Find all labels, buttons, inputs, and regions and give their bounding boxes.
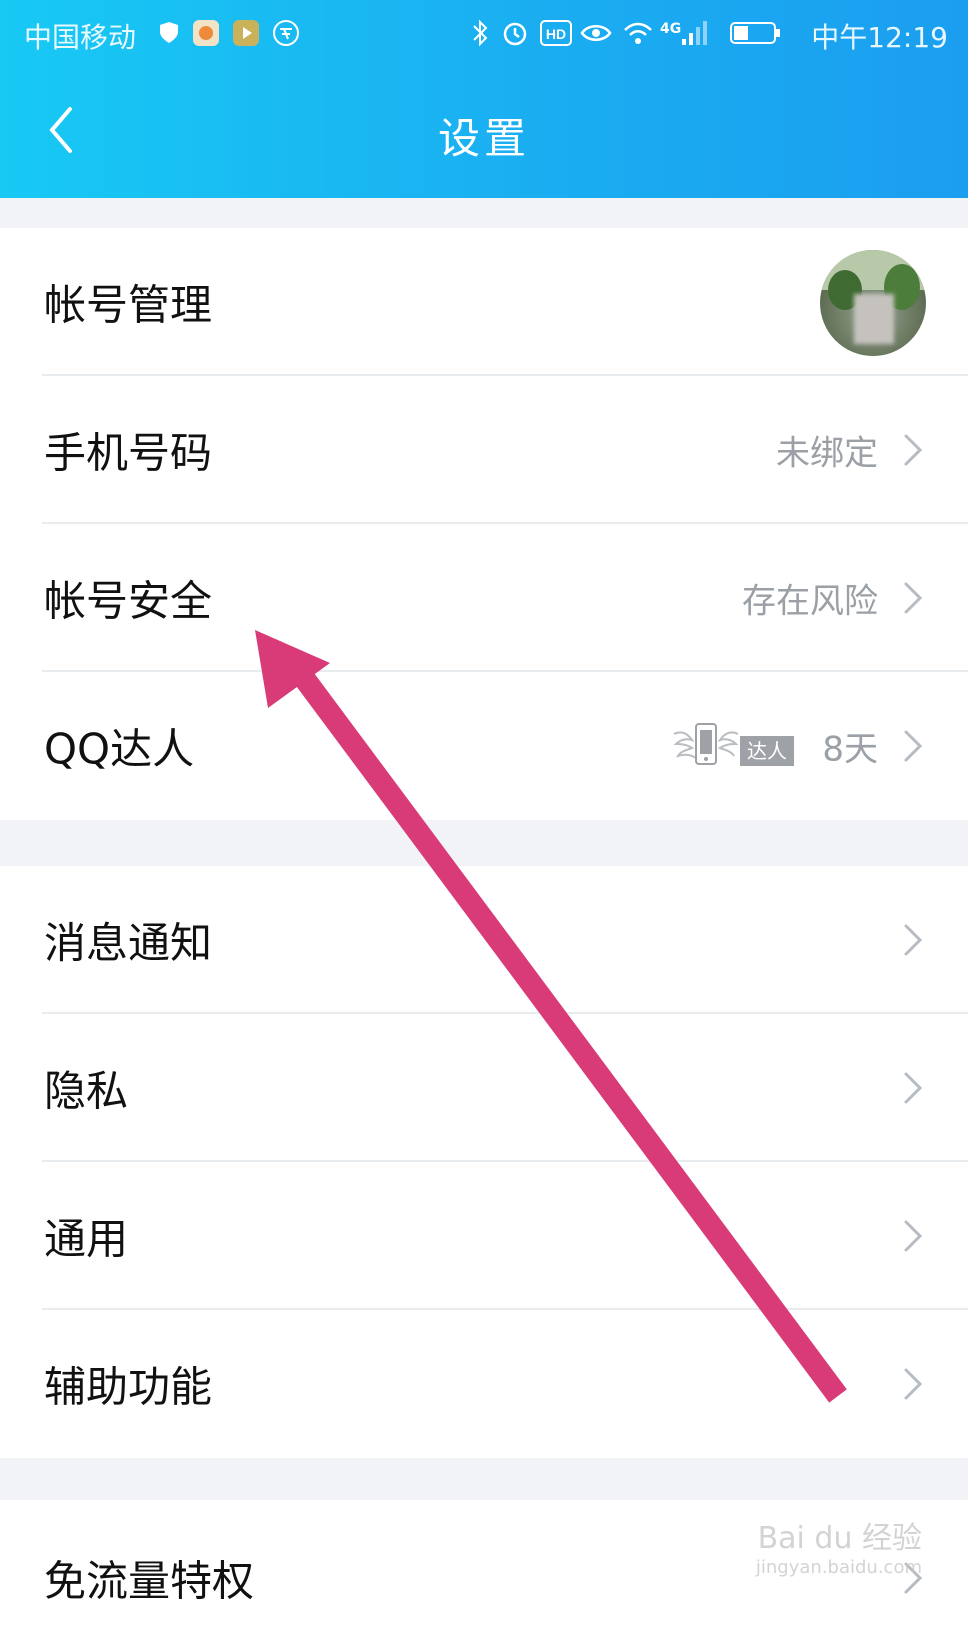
avatar[interactable] [820, 250, 926, 356]
expert-badge-icon: 达人 [673, 723, 794, 766]
row-value: 未绑定 [776, 433, 878, 474]
watermark-url: jingyan.baidu.com [755, 1557, 922, 1578]
alarm-icon [500, 18, 530, 48]
chevron-right-icon [904, 1220, 923, 1252]
row-label: 免流量特权 [44, 1556, 255, 1606]
general-settings-group: 消息通知 隐私 通用 辅助功能 [0, 866, 968, 1458]
chevron-right-icon [904, 924, 923, 956]
baidu-watermark: Bai du 经验 jingyan.baidu.com [756, 1513, 922, 1578]
row-phone-number[interactable]: 手机号码 未绑定 [0, 376, 968, 524]
shield-icon [158, 18, 180, 48]
battery-icon [730, 18, 782, 48]
status-bar: 中国移动 HD 4G 中午12:19 [0, 0, 968, 70]
eye-icon [580, 18, 612, 48]
video-app-icon [232, 18, 260, 48]
page-title: 设置 [437, 114, 530, 163]
row-label: 消息通知 [44, 918, 213, 968]
svg-text:HD: HD [546, 26, 566, 42]
row-label: 通用 [44, 1214, 129, 1264]
row-label: 辅助功能 [44, 1362, 213, 1412]
row-label: 帐号安全 [44, 576, 213, 626]
row-accessibility[interactable]: 辅助功能 [0, 1310, 968, 1458]
badge-label: 达人 [747, 739, 787, 763]
chevron-right-icon [904, 1368, 923, 1400]
row-label: 手机号码 [44, 428, 213, 478]
row-general[interactable]: 通用 [0, 1162, 968, 1310]
hd-icon: HD [540, 18, 572, 48]
account-settings-group: 帐号管理 手机号码 未绑定 帐号安全 存在风险 QQ达人 达人 8天 [0, 228, 968, 820]
carrier-label: 中国移动 [24, 21, 137, 54]
chevron-right-icon [904, 1072, 923, 1104]
wifi-icon [622, 18, 654, 48]
signal-icon [680, 18, 710, 48]
chevron-right-icon [904, 582, 923, 614]
row-value: 8天 [822, 729, 878, 770]
header: 中国移动 HD 4G 中午12:19 设置 [0, 0, 968, 198]
row-label: QQ达人 [44, 724, 195, 774]
row-message-notification[interactable]: 消息通知 [0, 866, 968, 1014]
row-value: 存在风险 [742, 581, 878, 622]
row-privacy[interactable]: 隐私 [0, 1014, 968, 1162]
alipay-icon [272, 18, 300, 48]
row-qq-expert[interactable]: QQ达人 达人 8天 [0, 672, 968, 820]
status-time: 中午12:19 [811, 21, 948, 54]
chevron-right-icon [904, 434, 923, 466]
row-label: 隐私 [44, 1066, 129, 1116]
bluetooth-icon [470, 18, 490, 48]
row-account-management[interactable]: 帐号管理 [0, 228, 968, 376]
phone-app-icon [192, 18, 220, 48]
row-account-security[interactable]: 帐号安全 存在风险 [0, 524, 968, 672]
watermark-brand: Bai du 经验 [757, 1521, 922, 1556]
row-label: 帐号管理 [44, 280, 213, 330]
chevron-right-icon [904, 730, 923, 762]
network-type-label: 4G [660, 21, 682, 37]
